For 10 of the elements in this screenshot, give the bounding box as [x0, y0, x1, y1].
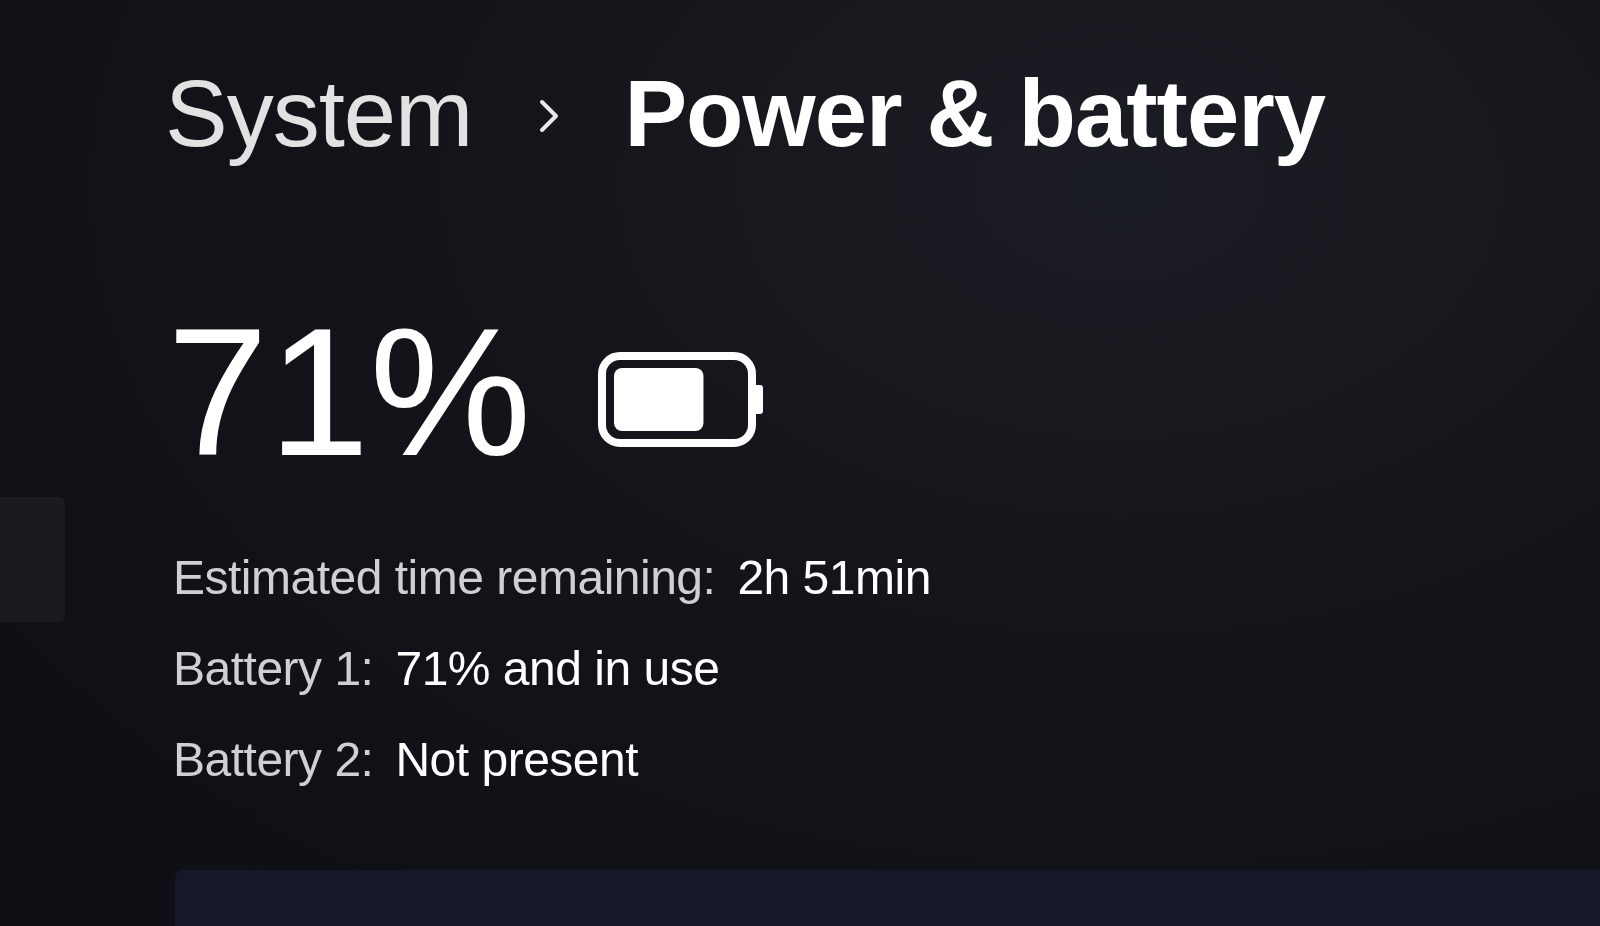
- chevron-icon: [538, 97, 561, 134]
- detail-value: 71% and in use: [395, 641, 721, 697]
- page-title: Power & battery: [624, 62, 1327, 166]
- detail-label: Estimated time remaining:: [173, 550, 717, 607]
- detail-value: 2h 51min: [737, 550, 932, 607]
- battery-percentage: 71%: [167, 301, 532, 484]
- detail-label: Battery 2:: [173, 731, 375, 788]
- breadcrumb-link[interactable]: System: [165, 62, 475, 166]
- detail-label: Battery 1:: [173, 641, 375, 697]
- detail-value: Not present: [395, 731, 640, 788]
